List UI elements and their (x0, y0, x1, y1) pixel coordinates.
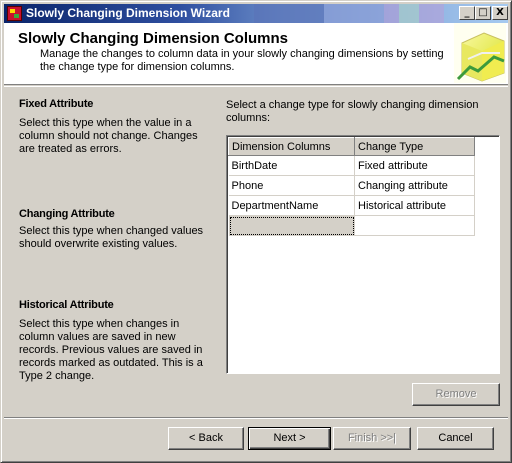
column-header-dimension-columns[interactable]: Dimension Columns (228, 137, 355, 156)
fixed-attribute-text: Select this type when the value in a col… (19, 117, 198, 155)
finish-button[interactable]: Finish >>| (333, 427, 411, 450)
wizard-app-icon[interactable] (7, 6, 22, 21)
historical-attribute-info: Historical Attribute Select this type wh… (19, 299, 209, 383)
new-row[interactable] (228, 215, 475, 236)
table-row[interactable]: BirthDate Fixed attribute (228, 155, 475, 176)
fixed-attribute-heading: Fixed Attribute (19, 98, 94, 110)
change-type-cell[interactable]: Fixed attribute (354, 155, 475, 176)
table-row[interactable]: DepartmentName Historical attribute (228, 195, 475, 216)
wizard-header: Slowly Changing Dimension Columns Manage… (4, 23, 508, 85)
changing-attribute-info: Changing Attribute Select this type when… (19, 208, 209, 251)
close-icon[interactable]: X (492, 6, 508, 20)
title-band (254, 4, 324, 23)
page-title: Slowly Changing Dimension Columns (18, 30, 289, 47)
dimension-column-cell[interactable]: BirthDate (228, 155, 355, 176)
changing-attribute-heading: Changing Attribute (19, 208, 115, 220)
historical-attribute-heading: Historical Attribute (19, 299, 114, 311)
column-header-change-type[interactable]: Change Type (354, 137, 475, 156)
page-description: Manage the changes to column data in you… (40, 48, 444, 73)
dimension-column-cell[interactable]: DepartmentName (228, 195, 355, 216)
historical-attribute-text: Select this type when changes in column … (19, 318, 203, 382)
title-bar[interactable]: Slowly Changing Dimension Wizard _ □ X (4, 4, 508, 23)
title-band (324, 4, 384, 23)
grid-caption: Select a change type for slowly changing… (226, 99, 479, 124)
remove-button[interactable]: Remove (412, 383, 500, 406)
new-dimension-column-cell[interactable] (228, 215, 355, 236)
table-row[interactable]: Phone Changing attribute (228, 175, 475, 196)
next-button[interactable]: Next > (248, 427, 331, 450)
maximize-icon[interactable]: □ (475, 6, 491, 20)
changing-attribute-text: Select this type when changed values sho… (19, 225, 204, 250)
change-type-cell[interactable]: Changing attribute (354, 175, 475, 196)
footer-divider-highlight (4, 418, 508, 419)
cancel-button[interactable]: Cancel (417, 427, 494, 450)
header-separator (4, 86, 508, 87)
window-title: Slowly Changing Dimension Wizard (26, 6, 230, 20)
new-change-type-cell[interactable] (354, 215, 475, 236)
change-type-cell[interactable]: Historical attribute (354, 195, 475, 216)
cube-wizard-graphic (454, 23, 506, 83)
title-band (399, 4, 419, 23)
grid-header-row: Dimension Columns Change Type (228, 137, 475, 156)
minimize-icon[interactable]: _ (459, 6, 475, 20)
grid-table: Dimension Columns Change Type BirthDate … (228, 137, 475, 236)
wizard-window: Slowly Changing Dimension Wizard _ □ X S… (0, 0, 512, 463)
fixed-attribute-info: Fixed Attribute Select this type when th… (19, 98, 209, 156)
dimension-columns-grid[interactable]: Dimension Columns Change Type BirthDate … (226, 135, 500, 374)
back-button[interactable]: < Back (168, 427, 244, 450)
dimension-column-cell[interactable]: Phone (228, 175, 355, 196)
